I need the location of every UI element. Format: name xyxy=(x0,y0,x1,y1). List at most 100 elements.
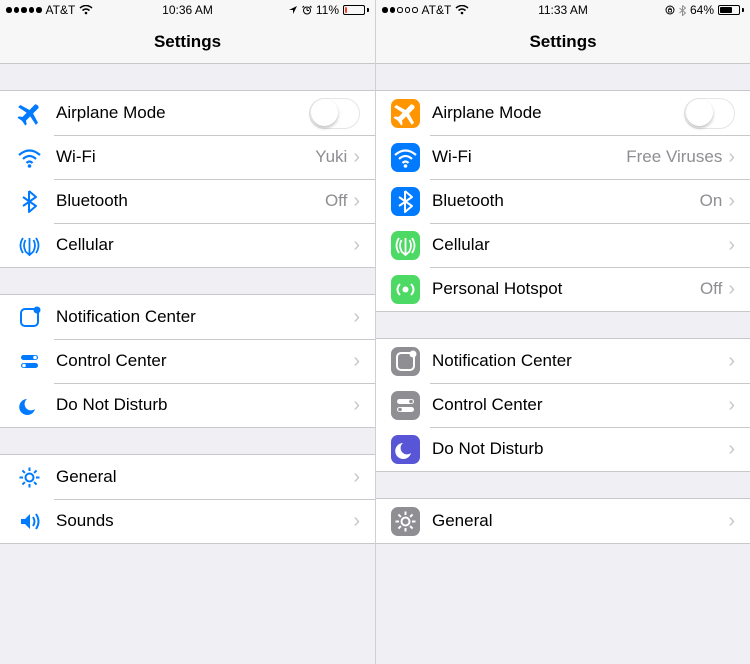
settings-group: Airplane ModeWi-FiFree Viruses›Bluetooth… xyxy=(376,90,750,312)
settings-row-control[interactable]: Control Center› xyxy=(0,339,375,383)
chevron-right-icon: › xyxy=(353,147,360,167)
chevron-right-icon: › xyxy=(353,307,360,327)
row-label: Notification Center xyxy=(56,307,353,327)
settings-row-dnd[interactable]: Do Not Disturb› xyxy=(0,383,375,427)
chevron-right-icon: › xyxy=(728,147,735,167)
sounds-icon xyxy=(15,507,44,536)
row-detail: Off xyxy=(700,279,722,299)
row-label: Airplane Mode xyxy=(56,103,309,123)
row-detail: Off xyxy=(325,191,347,211)
chevron-right-icon: › xyxy=(728,351,735,371)
settings-row-cellular[interactable]: Cellular› xyxy=(0,223,375,267)
airplane-icon xyxy=(15,99,44,128)
row-label: Do Not Disturb xyxy=(56,395,353,415)
status-bar: AT&T10:36 AM11% xyxy=(0,0,375,20)
settings-row-bluetooth[interactable]: BluetoothOn› xyxy=(376,179,750,223)
row-label: Bluetooth xyxy=(56,191,325,211)
carrier-label: AT&T xyxy=(46,3,76,17)
page-title: Settings xyxy=(529,32,596,52)
nav-bar: Settings xyxy=(376,20,750,64)
wifi-status-icon xyxy=(455,5,469,15)
chevron-right-icon: › xyxy=(353,191,360,211)
notif-icon xyxy=(15,303,44,332)
settings-row-wifi[interactable]: Wi-FiFree Viruses › xyxy=(376,135,750,179)
settings-row-general[interactable]: General› xyxy=(0,455,375,499)
settings-row-control[interactable]: Control Center› xyxy=(376,383,750,427)
settings-group: General› xyxy=(376,498,750,544)
settings-list[interactable]: Airplane ModeWi-FiYuki›BluetoothOff›Cell… xyxy=(0,64,375,544)
carrier-label: AT&T xyxy=(422,3,452,17)
settings-row-general[interactable]: General› xyxy=(376,499,750,543)
toggle-switch[interactable] xyxy=(684,98,735,129)
chevron-right-icon: › xyxy=(353,351,360,371)
chevron-right-icon: › xyxy=(353,467,360,487)
battery-icon xyxy=(718,5,744,15)
cellular-icon xyxy=(391,231,420,260)
nav-bar: Settings xyxy=(0,20,375,64)
row-label: Airplane Mode xyxy=(432,103,684,123)
dnd-icon xyxy=(391,435,420,464)
row-label: Wi-Fi xyxy=(56,147,315,167)
settings-row-sounds[interactable]: Sounds› xyxy=(0,499,375,543)
settings-row-airplane[interactable]: Airplane Mode xyxy=(376,91,750,135)
wifi-icon xyxy=(391,143,420,172)
settings-group: Notification Center›Control Center›Do No… xyxy=(376,338,750,472)
row-detail: On xyxy=(700,191,723,211)
general-icon xyxy=(391,507,420,536)
signal-dots-icon xyxy=(6,7,42,13)
dnd-icon xyxy=(15,391,44,420)
battery-pct: 11% xyxy=(316,3,339,17)
row-label: Personal Hotspot xyxy=(432,279,700,299)
settings-row-notif[interactable]: Notification Center› xyxy=(0,295,375,339)
hotspot-icon xyxy=(391,275,420,304)
battery-pct: 64% xyxy=(690,3,714,17)
row-label: Control Center xyxy=(56,351,353,371)
airplane-icon xyxy=(391,99,420,128)
settings-row-cellular[interactable]: Cellular› xyxy=(376,223,750,267)
row-label: Notification Center xyxy=(432,351,728,371)
row-label: Cellular xyxy=(56,235,353,255)
row-label: General xyxy=(56,467,353,487)
settings-list[interactable]: Airplane ModeWi-FiFree Viruses›Bluetooth… xyxy=(376,64,750,544)
chevron-right-icon: › xyxy=(728,191,735,211)
chevron-right-icon: › xyxy=(728,279,735,299)
settings-row-airplane[interactable]: Airplane Mode xyxy=(0,91,375,135)
general-icon xyxy=(15,463,44,492)
control-icon xyxy=(15,347,44,376)
status-bar: AT&T11:33 AM64% xyxy=(376,0,750,20)
row-label: Control Center xyxy=(432,395,728,415)
notif-icon xyxy=(391,347,420,376)
chevron-right-icon: › xyxy=(728,395,735,415)
chevron-right-icon: › xyxy=(353,511,360,531)
wifi-icon xyxy=(15,143,44,172)
settings-row-dnd[interactable]: Do Not Disturb› xyxy=(376,427,750,471)
settings-row-hotspot[interactable]: Personal HotspotOff › xyxy=(376,267,750,311)
row-label: Cellular xyxy=(432,235,728,255)
wifi-status-icon xyxy=(79,5,93,15)
bluetooth-icon xyxy=(391,187,420,216)
chevron-right-icon: › xyxy=(353,395,360,415)
row-label: Sounds xyxy=(56,511,353,531)
row-label: Wi-Fi xyxy=(432,147,626,167)
row-label: Bluetooth xyxy=(432,191,700,211)
bluetooth-icon xyxy=(15,187,44,216)
settings-group: Notification Center›Control Center›Do No… xyxy=(0,294,375,428)
row-label: General xyxy=(432,511,728,531)
chevron-right-icon: › xyxy=(728,439,735,459)
toggle-switch[interactable] xyxy=(309,98,360,129)
settings-group: General›Sounds› xyxy=(0,454,375,544)
battery-icon xyxy=(343,5,369,15)
settings-row-notif[interactable]: Notification Center› xyxy=(376,339,750,383)
row-label: Do Not Disturb xyxy=(432,439,728,459)
settings-row-bluetooth[interactable]: BluetoothOff › xyxy=(0,179,375,223)
chevron-right-icon: › xyxy=(728,235,735,255)
page-title: Settings xyxy=(154,32,221,52)
settings-row-wifi[interactable]: Wi-FiYuki › xyxy=(0,135,375,179)
control-icon xyxy=(391,391,420,420)
cellular-icon xyxy=(15,231,44,260)
chevron-right-icon: › xyxy=(728,511,735,531)
row-detail: Free Viruses xyxy=(626,147,722,167)
chevron-right-icon: › xyxy=(353,235,360,255)
row-detail: Yuki xyxy=(315,147,347,167)
settings-group: Airplane ModeWi-FiYuki›BluetoothOff›Cell… xyxy=(0,90,375,268)
